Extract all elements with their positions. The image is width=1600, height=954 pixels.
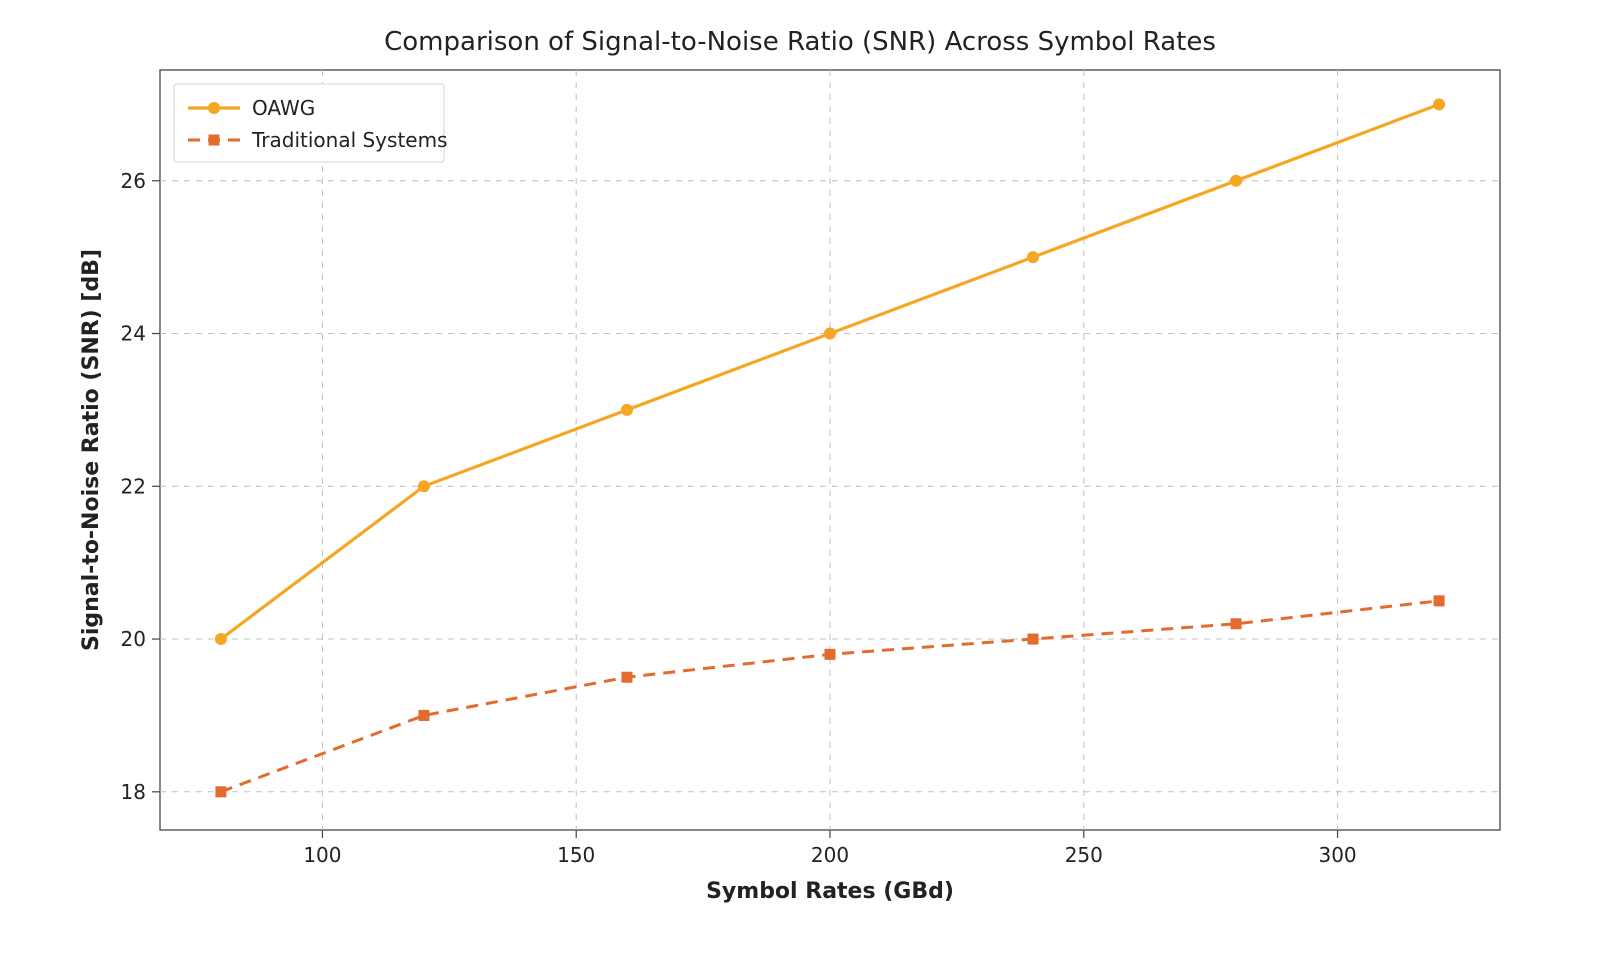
series-traditional-marker: [1231, 619, 1241, 629]
series-traditional-marker: [1028, 634, 1038, 644]
chart-svg: Comparison of Signal-to-Noise Ratio (SNR…: [70, 20, 1530, 920]
chart-container: Comparison of Signal-to-Noise Ratio (SNR…: [70, 20, 1530, 920]
series-traditional-marker: [216, 787, 226, 797]
y-tick-label: 22: [121, 474, 146, 498]
series-oawg-marker: [1433, 98, 1445, 110]
y-tick-label: 26: [121, 169, 146, 193]
plot-area: 100 150 200 250 300 18 20 22 24 26 OAWG Traditional…: [121, 70, 1500, 867]
x-tick-label: 150: [557, 843, 595, 867]
x-axis-label: Symbol Rates (GBd): [706, 879, 954, 904]
x-tick-label: 250: [1065, 843, 1103, 867]
series-traditional-marker: [1434, 596, 1444, 606]
series-traditional-marker: [622, 672, 632, 682]
y-tick-label: 20: [121, 627, 146, 651]
series-traditional-marker: [825, 649, 835, 659]
legend-traditional-marker: [209, 135, 219, 145]
legend-oawg-marker: [208, 102, 220, 114]
x-tick-label: 300: [1318, 843, 1356, 867]
x-tick-label: 200: [811, 843, 849, 867]
series-oawg-marker: [1230, 175, 1242, 187]
series-traditional-marker: [419, 710, 429, 720]
x-tick-label: 100: [303, 843, 341, 867]
y-axis-label: Signal-to-Noise Ratio (SNR) [dB]: [79, 249, 104, 651]
y-tick-label: 18: [121, 780, 146, 804]
series-oawg-marker: [824, 328, 836, 340]
legend-traditional-label: Traditional Systems: [251, 128, 448, 152]
legend-oawg-label: OAWG: [252, 96, 315, 120]
legend: OAWG Traditional Systems: [174, 84, 448, 162]
series-oawg-marker: [418, 480, 430, 492]
y-tick-label: 24: [121, 322, 146, 346]
chart-title: Comparison of Signal-to-Noise Ratio (SNR…: [384, 27, 1216, 57]
series-oawg-marker: [621, 404, 633, 416]
series-oawg-marker: [215, 633, 227, 645]
series-oawg-marker: [1027, 251, 1039, 263]
